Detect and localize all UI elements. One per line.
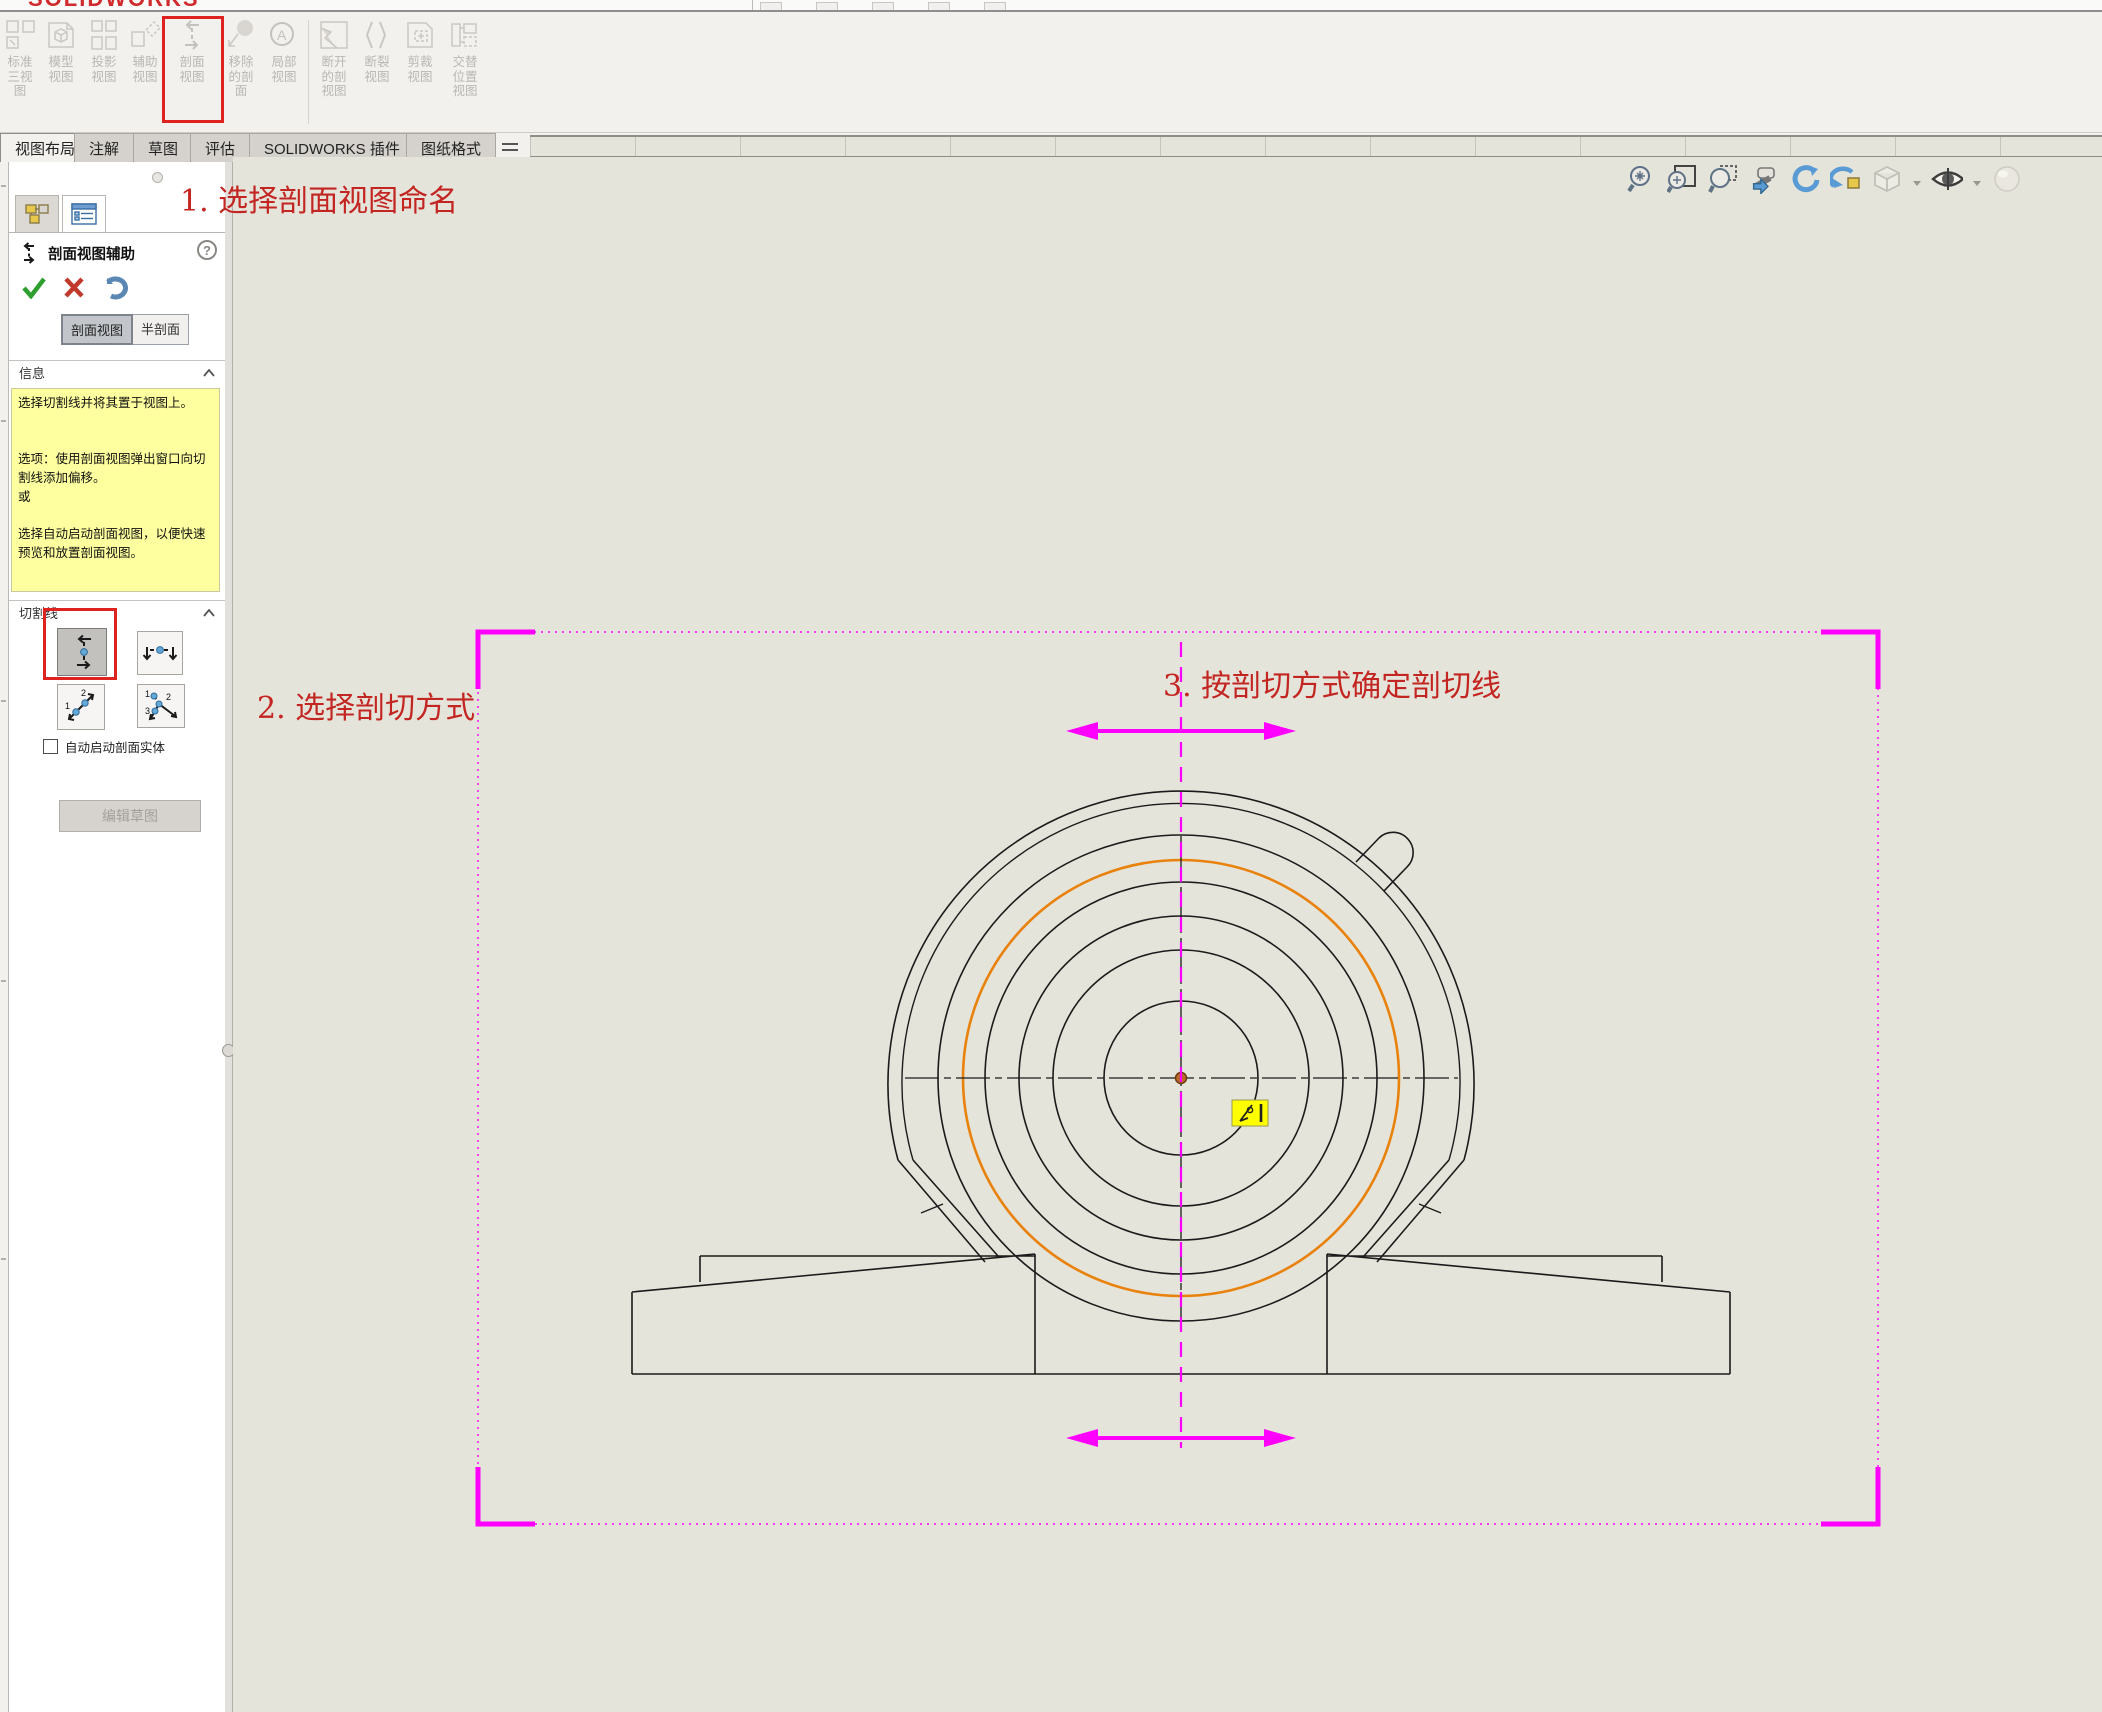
auto-start-section-checkbox[interactable] xyxy=(43,739,58,754)
broken-out-section-button[interactable]: 断开 的剖 视图 xyxy=(313,16,355,130)
collapse-chevron-icon xyxy=(203,369,215,377)
detail-view-button[interactable]: A 局部 视图 xyxy=(264,16,304,130)
aligned-cutting-line-button[interactable]: 1 2 3 xyxy=(137,684,185,728)
panel-title: 剖面视图辅助 xyxy=(19,242,135,264)
heads-up-view-toolbar xyxy=(1625,163,2023,195)
annotation-box-section-view-button xyxy=(162,16,224,123)
section-view-assist-icon xyxy=(19,242,39,264)
break-view-button[interactable]: 断裂 视图 xyxy=(357,16,397,130)
detail-view-icon: A xyxy=(265,16,303,54)
display-manager-icon xyxy=(24,202,50,226)
auto-start-section-label: 自动启动剖面实体 xyxy=(65,737,165,756)
break-view-icon xyxy=(358,16,396,54)
aligned-cutting-line-icon: 1 2 3 xyxy=(141,688,181,724)
hide-show-items-icon[interactable] xyxy=(1931,163,1963,195)
svg-text:1: 1 xyxy=(145,689,150,699)
edit-sketch-button[interactable]: 编辑草图 xyxy=(59,800,201,832)
crop-view-button[interactable]: 剪裁 视图 xyxy=(399,16,441,130)
tab-overflow-icon[interactable] xyxy=(500,139,520,157)
quick-toolbar-fragments xyxy=(760,2,1006,12)
panel-actions xyxy=(21,275,131,301)
previous-view-icon[interactable] xyxy=(1748,163,1780,195)
annotation-step3: 3. 按剖切方式确定剖切线 xyxy=(1163,661,1501,705)
annotation-step1: 1. 选择剖面视图命名 xyxy=(180,176,458,220)
display-style-dropdown-caret[interactable] xyxy=(1912,174,1922,184)
svg-text:A: A xyxy=(277,27,287,43)
cancel-button[interactable] xyxy=(63,275,85,299)
command-manager-toolbar: 标准 三视 图 模型 视图 投影 视图 辅助 视图 xyxy=(0,12,2102,133)
alternate-position-view-icon xyxy=(446,16,484,54)
standard-3-view-icon xyxy=(2,16,40,54)
display-style-icon[interactable] xyxy=(1871,163,1903,195)
svg-text:2: 2 xyxy=(166,692,171,702)
section-type-toggle: 剖面视图 半剖面 xyxy=(61,314,189,345)
svg-text:1: 1 xyxy=(65,701,70,711)
removed-section-button[interactable]: 移除 的剖 面 xyxy=(220,16,262,130)
property-manager-icon xyxy=(70,202,98,226)
auto-start-section-checkbox-row: 自动启动剖面实体 xyxy=(43,737,165,756)
horizontal-cutting-line-button[interactable] xyxy=(137,631,183,675)
model-view-icon xyxy=(42,16,80,54)
undo-button[interactable] xyxy=(101,275,131,301)
auxiliary-cutting-line-button[interactable]: 12 xyxy=(57,684,105,730)
drawing-canvas[interactable] xyxy=(233,157,2102,1712)
auxiliary-cutting-line-icon: 12 xyxy=(62,688,100,726)
info-message-box: 选择切割线并将其置于视图上。 选项：使用剖面视图弹出窗口向切割线添加偏移。 或 … xyxy=(11,388,220,592)
removed-section-icon xyxy=(222,16,260,54)
feature-tree-edge-strip xyxy=(0,162,9,1712)
auxiliary-view-icon xyxy=(126,16,164,54)
hide-show-dropdown-caret[interactable] xyxy=(1972,174,1982,184)
help-icon[interactable]: ? xyxy=(197,240,217,260)
annotation-step2: 2. 选择剖切方式 xyxy=(257,683,475,727)
panel-grip-dot[interactable] xyxy=(152,172,163,183)
tab-sketch[interactable]: 草图 xyxy=(133,133,193,162)
standard-3-view-button[interactable]: 标准 三视 图 xyxy=(2,16,38,130)
auxiliary-view-button[interactable]: 辅助 视图 xyxy=(126,16,164,130)
solidworks-logo: SOLIDWORKS xyxy=(28,0,200,12)
broken-out-section-icon xyxy=(315,16,353,54)
rotate-view-icon[interactable] xyxy=(1789,163,1821,195)
cutting-line-group-header[interactable]: 切割线 xyxy=(9,600,225,624)
section-view-toggle[interactable]: 剖面视图 xyxy=(61,314,133,345)
alternate-position-view-button[interactable]: 交替 位置 视图 xyxy=(443,16,487,130)
zoom-in-out-icon[interactable] xyxy=(1707,163,1739,195)
window-title-strip: SOLIDWORKS xyxy=(0,0,2102,12)
horizontal-ruler xyxy=(530,135,2102,158)
panel-tab-display-manager[interactable] xyxy=(15,195,59,232)
half-section-toggle[interactable]: 半剖面 xyxy=(133,314,189,345)
info-group-header[interactable]: 信息 xyxy=(9,360,225,384)
ok-button[interactable] xyxy=(21,275,47,299)
collapse-chevron-icon xyxy=(203,609,215,617)
property-manager-panel: 剖面视图辅助 ? 剖面视图 半剖面 信息 选择切割线并将其置于视图上。 选项：使… xyxy=(9,162,225,1712)
crop-view-icon xyxy=(401,16,439,54)
svg-text:2: 2 xyxy=(81,688,86,698)
svg-text:3: 3 xyxy=(145,706,150,716)
zoom-to-fit-icon[interactable] xyxy=(1625,163,1657,195)
zoom-to-area-icon[interactable] xyxy=(1666,163,1698,195)
edit-appearance-icon[interactable] xyxy=(1991,163,2023,195)
3d-drawing-view-icon[interactable] xyxy=(1830,163,1862,195)
model-view-button[interactable]: 模型 视图 xyxy=(40,16,82,130)
projected-view-button[interactable]: 投影 视图 xyxy=(84,16,124,130)
panel-splitter[interactable] xyxy=(225,162,233,1712)
panel-tab-property-manager[interactable] xyxy=(62,195,106,232)
projected-view-icon xyxy=(85,16,123,54)
horizontal-cutting-line-icon xyxy=(141,637,179,669)
tab-annotation[interactable]: 注解 xyxy=(74,133,134,162)
annotation-box-cutting-line-button xyxy=(43,608,117,680)
